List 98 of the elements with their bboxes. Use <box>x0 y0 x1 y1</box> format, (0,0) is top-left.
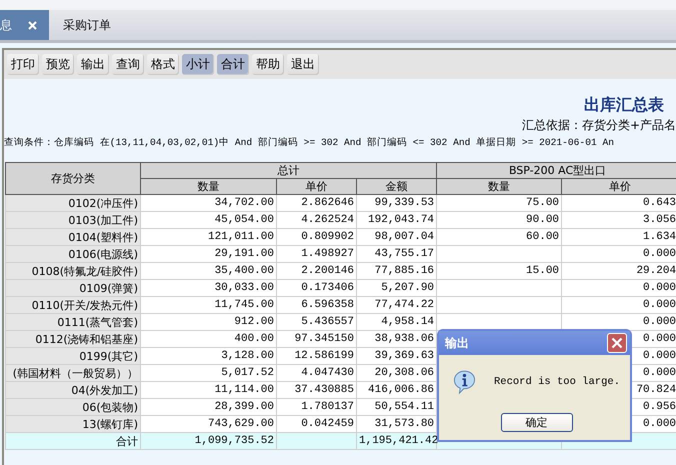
row-label: 0106(电源线) <box>6 246 140 262</box>
table-cell: 50,554.11 <box>356 398 437 416</box>
toolbar-button[interactable]: 输出 <box>77 54 109 75</box>
group-header: BSP-200 AC型出口 <box>436 162 676 178</box>
table-cell: 39,369.63 <box>356 348 437 364</box>
table-cell: 0.809902 <box>276 228 356 246</box>
row-label: 04(外发加工) <box>6 382 140 398</box>
summary-basis: 汇总依据：存货分类+产品名 <box>520 117 676 134</box>
row-label: 0103(加工件) <box>6 212 140 228</box>
total-label: 合计 <box>6 432 140 450</box>
row-label: 0109(弹簧) <box>6 280 140 296</box>
tab[interactable]: 采购订单 <box>49 10 121 40</box>
toolbar-button[interactable]: 合计 <box>217 54 249 75</box>
column-header: 数量 <box>436 178 562 194</box>
table-cell: 2.862646 <box>276 194 356 212</box>
table-cell: 35,400.00 <box>140 262 276 280</box>
table-cell: 34,702.00 <box>140 194 276 212</box>
table-cell: 416,006.86 <box>356 382 437 398</box>
toolbar-button[interactable]: 预览 <box>42 54 74 75</box>
table-cell: 4.262524 <box>276 212 356 228</box>
table-cell: 77,474.22 <box>356 296 437 314</box>
table-cell: 743,629.00 <box>140 416 276 432</box>
table-cell: 28,399.00 <box>140 398 276 416</box>
report-title: 出库汇总表 <box>583 94 665 115</box>
row-label: 0112(浇铸和铝基座) <box>6 330 140 348</box>
table-cell: 1.780137 <box>276 398 356 416</box>
table-cell: 4,958.14 <box>356 314 437 330</box>
toolbar-button[interactable]: 小计 <box>182 54 214 75</box>
dialog-title: 输出 <box>445 334 469 352</box>
tab[interactable]: 息 <box>0 10 49 40</box>
column-header: 数量 <box>140 178 276 194</box>
table-cell: 45,054.00 <box>140 212 276 228</box>
column-header: 金额 <box>356 178 437 194</box>
table-cell: 1.634 <box>562 228 676 246</box>
row-label: 06(包装物) <box>6 398 140 416</box>
table-cell: 37.430885 <box>276 382 356 398</box>
table-cell: 3.056 <box>562 212 676 228</box>
table-cell: 12.586199 <box>276 348 356 364</box>
table-cell: 5,207.90 <box>356 280 437 296</box>
table-cell: 29,191.00 <box>140 246 276 262</box>
table-cell: 4.047430 <box>276 364 356 382</box>
row-label: (韩国材料（一般贸易）） <box>6 364 140 382</box>
table-cell: 97.345150 <box>276 330 356 348</box>
table-cell: 43,755.17 <box>356 246 437 262</box>
toolbar-button[interactable]: 格式 <box>147 54 179 75</box>
query-conditions: 查询条件：仓库编码 在(13,11,04,03,02,01)中 And 部门编码 >= 302 And 部门编码 <= 302 And 单据日期 >= 2021-06-01 An <box>4 136 615 149</box>
row-label: 0108(特氟龙/硅胶件) <box>6 262 140 280</box>
table-cell: 0.000 <box>562 246 676 262</box>
table-cell: 912.00 <box>140 314 276 330</box>
table-cell: 0.173406 <box>276 280 356 296</box>
ok-button[interactable]: 确定 <box>500 413 572 432</box>
row-label: 0102(冲压件) <box>6 194 140 212</box>
group-header: 总计 <box>140 162 437 178</box>
table-cell: 30,033.00 <box>140 280 276 296</box>
table-cell: 5.436557 <box>276 314 356 330</box>
table-cell: 38,938.06 <box>356 330 437 348</box>
table-cell: 192,043.74 <box>356 212 437 228</box>
toolbar-button[interactable]: 退出 <box>287 54 319 75</box>
table-cell: 20,308.06 <box>356 364 437 382</box>
table-cell: 60.00 <box>436 228 562 246</box>
column-header: 存货分类 <box>6 162 140 194</box>
column-header: 单价 <box>276 178 356 194</box>
table-cell: 3,128.00 <box>140 348 276 364</box>
table-cell: 121,011.00 <box>140 228 276 246</box>
total-cell: 1,099,735.52 <box>140 432 276 450</box>
row-label: 13(螺钉库) <box>6 416 140 432</box>
table-cell: 75.00 <box>436 194 562 212</box>
row-label: 0104(塑料件) <box>6 228 140 246</box>
table-cell: 0.000 <box>562 314 676 330</box>
table-cell: 11,745.00 <box>140 296 276 314</box>
table-cell: 31,573.80 <box>356 416 437 432</box>
total-cell: 1,195,421.42 <box>356 432 437 450</box>
close-icon[interactable] <box>28 20 37 30</box>
table-cell: 0.042459 <box>276 416 356 432</box>
toolbar-button[interactable]: 帮助 <box>252 54 284 75</box>
close-icon[interactable] <box>611 337 623 349</box>
row-label: 0199(其它) <box>6 348 140 364</box>
table-cell: 29.204 <box>562 262 676 280</box>
table-cell: 11,114.00 <box>140 382 276 398</box>
table-cell: 90.00 <box>436 212 562 228</box>
column-header: 单价 <box>562 178 676 194</box>
table-cell: 99,339.53 <box>356 194 437 212</box>
table-cell: 77,885.16 <box>356 262 437 280</box>
table-cell: 98,007.04 <box>356 228 437 246</box>
table-cell: 2.200146 <box>276 262 356 280</box>
toolbar-button[interactable]: 查询 <box>112 54 144 75</box>
toolbar-button[interactable]: 打印 <box>7 54 39 75</box>
table-cell: 6.596358 <box>276 296 356 314</box>
table-cell: 1.498927 <box>276 246 356 262</box>
table-cell: 0.000 <box>562 296 676 314</box>
table-cell: 0.000 <box>562 280 676 296</box>
row-label: 0110(开关/发热元件) <box>6 296 140 314</box>
table-cell: 400.00 <box>140 330 276 348</box>
table-cell: 15.00 <box>436 262 562 280</box>
table-cell: 0.643 <box>562 194 676 212</box>
row-label: 0111(蒸气管套) <box>6 314 140 330</box>
table-cell: 5,017.52 <box>140 364 276 382</box>
close-button[interactable] <box>607 333 627 353</box>
